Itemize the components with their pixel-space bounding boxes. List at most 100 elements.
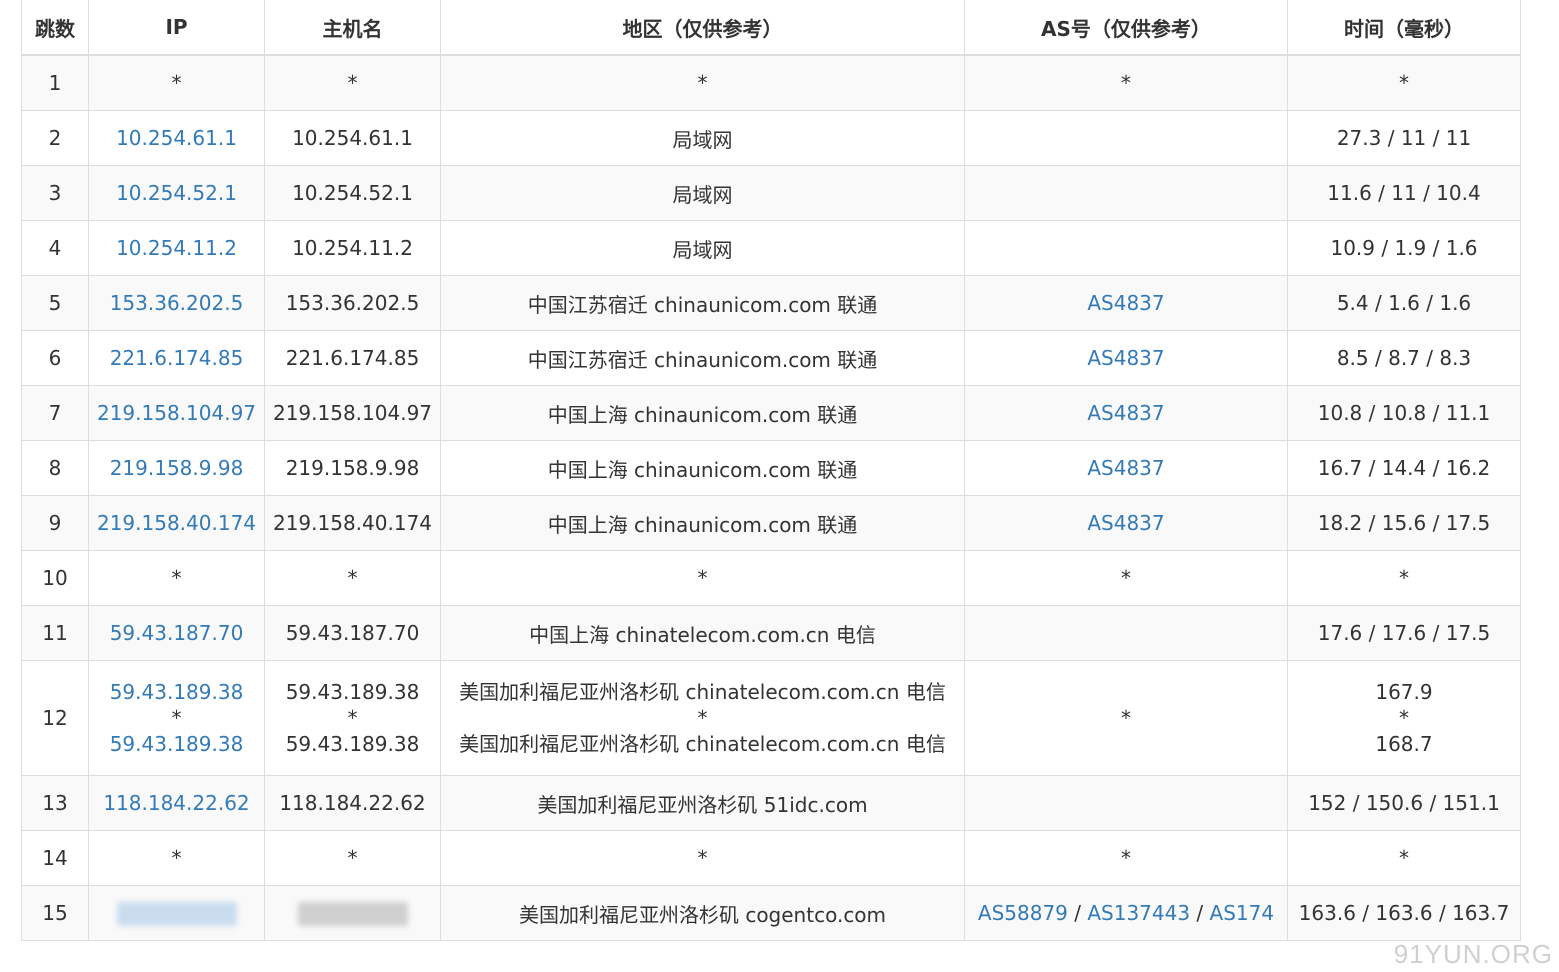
- region-cell: 美国加利福尼亚州洛杉矶 51idc.com: [440, 775, 965, 831]
- col-header-hostname: 主机名: [264, 0, 441, 56]
- hostname-cell: 153.36.202.5: [264, 275, 441, 331]
- hostname-cell: *: [264, 54, 441, 111]
- time-cell: 8.5 / 8.7 / 8.3: [1287, 330, 1521, 386]
- hostname-line: *: [347, 706, 358, 730]
- as-cell: [964, 165, 1288, 221]
- region-cell: 美国加利福尼亚州洛杉矶 cogentco.com: [440, 885, 965, 941]
- region-cell: 中国上海 chinaunicom.com 联通: [440, 495, 965, 551]
- ip-link[interactable]: 153.36.202.5: [110, 291, 244, 315]
- as-link[interactable]: AS174: [1210, 901, 1275, 925]
- time-cell: 167.9 * 168.7: [1287, 660, 1521, 776]
- redacted-hostname: [297, 901, 408, 926]
- col-header-as: AS号（仅供参考）: [964, 0, 1288, 56]
- hop-cell: 9: [21, 495, 89, 551]
- hostname-cell: 219.158.9.98: [264, 440, 441, 496]
- hostname-line: 59.43.189.38: [285, 680, 420, 704]
- hostname-cell: 118.184.22.62: [264, 775, 441, 831]
- as-cell: AS4837: [964, 330, 1288, 386]
- ip-link[interactable]: 219.158.40.174: [97, 511, 256, 535]
- as-cell: AS58879 / AS137443 / AS174: [964, 885, 1288, 941]
- hop-cell: 13: [21, 775, 89, 831]
- as-cell: *: [964, 830, 1288, 886]
- region-cell: *: [440, 54, 965, 111]
- as-separator: /: [1190, 901, 1210, 925]
- as-link[interactable]: AS137443: [1087, 901, 1190, 925]
- time-cell: 152 / 150.6 / 151.1: [1287, 775, 1521, 831]
- hop-cell: 5: [21, 275, 89, 331]
- ip-link[interactable]: 10.254.61.1: [116, 126, 237, 150]
- time-cell: 10.9 / 1.9 / 1.6: [1287, 220, 1521, 276]
- hop-cell: 15: [21, 885, 89, 941]
- region-cell: 中国江苏宿迁 chinaunicom.com 联通: [440, 330, 965, 386]
- hop-cell: 4: [21, 220, 89, 276]
- redacted-ip: [116, 901, 237, 926]
- hostname-cell: 10.254.11.2: [264, 220, 441, 276]
- table-row: 4 10.254.11.2 10.254.11.2 局域网 10.9 / 1.9 / 1…: [21, 220, 1521, 276]
- ip-cell: 10.254.11.2: [88, 220, 265, 276]
- ip-placeholder: *: [171, 706, 182, 730]
- region-cell: 中国江苏宿迁 chinaunicom.com 联通: [440, 275, 965, 331]
- hostname-cell: 219.158.40.174: [264, 495, 441, 551]
- as-cell: *: [964, 660, 1288, 776]
- table-row: 5 153.36.202.5 153.36.202.5 中国江苏宿迁 chinauni…: [21, 275, 1521, 331]
- hop-cell: 1: [21, 54, 89, 111]
- as-link[interactable]: AS4837: [1087, 346, 1164, 370]
- as-link[interactable]: AS4837: [1087, 291, 1164, 315]
- hostname-cell: *: [264, 550, 441, 606]
- as-link[interactable]: AS4837: [1087, 456, 1164, 480]
- ip-link[interactable]: 59.43.189.38: [95, 677, 258, 707]
- col-header-hop: 跳数: [21, 0, 89, 56]
- ip-link[interactable]: 10.254.52.1: [116, 181, 237, 205]
- as-link[interactable]: AS4837: [1087, 511, 1164, 535]
- hostname-cell: 59.43.189.38 * 59.43.189.38: [264, 660, 441, 776]
- as-cell: AS4837: [964, 275, 1288, 331]
- as-link[interactable]: AS58879: [978, 901, 1068, 925]
- time-cell: 5.4 / 1.6 / 1.6: [1287, 275, 1521, 331]
- ip-cell: 219.158.104.97: [88, 385, 265, 441]
- table-row: 6 221.6.174.85 221.6.174.85 中国江苏宿迁 chinauni…: [21, 330, 1521, 386]
- as-cell: [964, 220, 1288, 276]
- ip-link[interactable]: 59.43.187.70: [110, 621, 244, 645]
- ip-link[interactable]: 219.158.104.97: [97, 401, 256, 425]
- region-cell: 局域网: [440, 165, 965, 221]
- time-cell: 163.6 / 163.6 / 163.7: [1287, 885, 1521, 941]
- time-cell: *: [1287, 54, 1521, 111]
- table-row: 11 59.43.187.70 59.43.187.70 中国上海 chinatele…: [21, 605, 1521, 661]
- hostname-cell: 221.6.174.85: [264, 330, 441, 386]
- time-cell: 11.6 / 11 / 10.4: [1287, 165, 1521, 221]
- table-row: 7 219.158.104.97 219.158.104.97 中国上海 chinau…: [21, 385, 1521, 441]
- ip-link[interactable]: 59.43.189.38: [95, 729, 258, 759]
- ip-link[interactable]: 221.6.174.85: [110, 346, 244, 370]
- region-line: 美国加利福尼亚州洛杉矶 chinatelecom.com.cn 电信: [459, 732, 946, 756]
- region-cell: *: [440, 550, 965, 606]
- ip-link[interactable]: 10.254.11.2: [116, 236, 237, 260]
- as-link[interactable]: AS4837: [1087, 401, 1164, 425]
- table-row: 15 美国加利福尼亚州洛杉矶 cogentco.com AS58879 / AS13…: [21, 885, 1521, 941]
- ip-cell: 59.43.187.70: [88, 605, 265, 661]
- hostname-cell: *: [264, 830, 441, 886]
- ip-cell: *: [88, 550, 265, 606]
- hop-cell: 8: [21, 440, 89, 496]
- region-cell: 局域网: [440, 110, 965, 166]
- ip-link[interactable]: 219.158.9.98: [110, 456, 244, 480]
- ip-cell: [88, 885, 265, 941]
- table-row: 13 118.184.22.62 118.184.22.62 美国加利福尼亚州洛杉矶 …: [21, 775, 1521, 831]
- hostname-cell: 59.43.187.70: [264, 605, 441, 661]
- time-cell: *: [1287, 830, 1521, 886]
- traceroute-table: 跳数 IP 主机名 地区（仅供参考） AS号（仅供参考） 时间（毫秒） 1 * * *…: [21, 0, 1521, 941]
- region-cell: 中国上海 chinatelecom.com.cn 电信: [440, 605, 965, 661]
- time-line: 168.7: [1375, 732, 1433, 756]
- ip-link[interactable]: 118.184.22.62: [103, 791, 249, 815]
- ip-cell: 10.254.61.1: [88, 110, 265, 166]
- time-cell: 10.8 / 10.8 / 11.1: [1287, 385, 1521, 441]
- table-header-row: 跳数 IP 主机名 地区（仅供参考） AS号（仅供参考） 时间（毫秒）: [21, 0, 1521, 56]
- table-row: 3 10.254.52.1 10.254.52.1 局域网 11.6 / 11 / 10…: [21, 165, 1521, 221]
- ip-cell: 10.254.52.1: [88, 165, 265, 221]
- table-row: 14 * * * * *: [21, 830, 1521, 886]
- region-cell: 中国上海 chinaunicom.com 联通: [440, 440, 965, 496]
- region-line: 美国加利福尼亚州洛杉矶 chinatelecom.com.cn 电信: [459, 680, 946, 704]
- as-cell: [964, 110, 1288, 166]
- ip-cell: 59.43.189.38 * 59.43.189.38: [88, 660, 265, 776]
- hop-cell: 7: [21, 385, 89, 441]
- ip-cell: 221.6.174.85: [88, 330, 265, 386]
